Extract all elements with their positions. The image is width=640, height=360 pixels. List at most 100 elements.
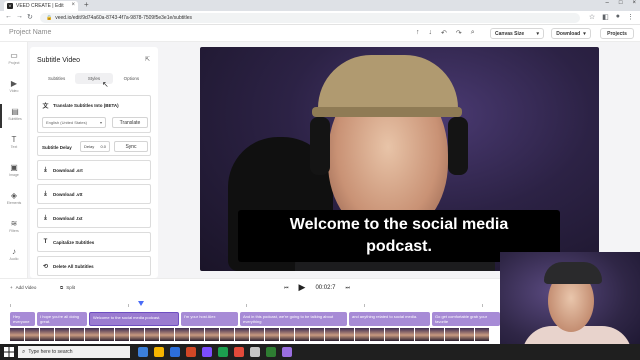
arrow-up-icon[interactable]: ↑ <box>416 29 420 37</box>
taskbar-app-icon[interactable] <box>202 347 212 357</box>
subtitle-clip[interactable]: I hope you're all doing great. <box>37 312 87 326</box>
extensions-icon[interactable]: ◧ <box>602 13 609 21</box>
rail-item-subtitles[interactable]: ▤ Subtitles <box>0 104 28 128</box>
arrow-down-icon[interactable]: ↓ <box>429 29 433 37</box>
sync-button[interactable]: Sync <box>114 141 148 152</box>
browser-tab[interactable]: V VEED CREATE | Edit × <box>4 1 78 11</box>
chevron-down-icon: ▾ <box>536 30 539 37</box>
skip-back-icon[interactable]: ⏮ <box>284 285 289 291</box>
add-video-button[interactable]: + Add Video <box>10 285 36 290</box>
taskbar-app-icon[interactable] <box>154 347 164 357</box>
caption-line-1: Welcome to the social media <box>289 216 509 233</box>
video-frame <box>400 328 414 341</box>
cap-brim-shape <box>312 107 462 117</box>
taskbar-app-icon[interactable] <box>218 347 228 357</box>
timeline-ruler[interactable] <box>10 301 500 309</box>
taskbar-app-icon[interactable] <box>282 347 292 357</box>
player-controls: ⏮ ▶ 00:02:7 ⏭ <box>284 282 350 293</box>
windows-start-icon[interactable] <box>4 347 14 357</box>
rail-item-video[interactable]: ▶ Video <box>0 76 28 100</box>
back-icon[interactable]: ← <box>5 13 12 20</box>
taskbar-search[interactable]: ⌕ Type here to search <box>18 346 130 358</box>
rail-item-audio[interactable]: ♪ Audio <box>0 244 28 268</box>
rail-item-project[interactable]: ▭ Project <box>0 48 28 72</box>
windows-taskbar: ⌕ Type here to search <box>0 344 640 360</box>
profile-icon[interactable]: ● <box>616 13 620 21</box>
subtitle-clip[interactable]: I'm your host Alex <box>181 312 238 326</box>
translate-button[interactable]: Translate <box>112 117 148 128</box>
text-icon: T <box>11 135 17 144</box>
forward-icon[interactable]: → <box>16 13 23 20</box>
headphone-left-shape <box>310 117 330 175</box>
download-vtt-button[interactable]: ⤓ Download .vtt <box>37 184 151 204</box>
panel-collapse-icon[interactable]: ⇱ <box>145 56 150 63</box>
download-icon: ⤓ <box>44 214 47 221</box>
browser-menu-icon[interactable]: ⋮ <box>627 13 634 21</box>
subtitle-clip[interactable]: Go get comfortable grab your favorite <box>432 312 500 326</box>
rail-item-filters[interactable]: ≋ Filters <box>0 216 28 240</box>
redo-icon[interactable]: ↷ <box>456 29 462 37</box>
taskbar-app-icon[interactable] <box>234 347 244 357</box>
video-frame <box>70 328 84 341</box>
rail-label: Filters <box>9 229 19 233</box>
subtitle-clip[interactable]: Hey everyone <box>10 312 35 326</box>
play-icon[interactable]: ▶ <box>299 282 306 293</box>
url-field[interactable]: 🔒 veed.io/edit/9d74a60a-8743-4f7a-9878-7… <box>40 13 580 23</box>
download-button[interactable]: Download ▾ <box>551 28 591 39</box>
video-preview[interactable]: Welcome to the social media podcast. <box>200 47 599 271</box>
new-tab-icon[interactable]: + <box>84 0 89 9</box>
video-frame <box>160 328 174 341</box>
subtitle-clip[interactable]: Welcome to the social media podcast. <box>89 312 179 326</box>
tab-subtitles[interactable]: Subtitles <box>38 73 75 84</box>
action-row: ⟲ Delete All Subtitles <box>38 257 150 275</box>
elements-icon: ◈ <box>10 191 18 200</box>
download-srt-button[interactable]: ⤓ Download .srt <box>37 160 151 180</box>
video-frame <box>175 328 189 341</box>
video-track[interactable] <box>10 328 500 341</box>
skip-forward-icon[interactable]: ⏭ <box>345 285 350 291</box>
video-frame <box>355 328 369 341</box>
taskbar-app-icon[interactable] <box>186 347 196 357</box>
ruler-tick <box>246 304 247 307</box>
rail-item-image[interactable]: ▣ Image <box>0 160 28 184</box>
star-icon[interactable]: ☆ <box>589 13 595 21</box>
subtitle-clip[interactable]: and anything related to social media. <box>349 312 430 326</box>
taskbar-app-icon[interactable] <box>266 347 276 357</box>
browser-address-bar: ← → ↻ 🔒 veed.io/edit/9d74a60a-8743-4f7a-… <box>0 11 640 25</box>
undo-icon[interactable]: ↶ <box>441 29 447 37</box>
taskbar-app-icon[interactable] <box>250 347 260 357</box>
taskbar-app-icon[interactable] <box>170 347 180 357</box>
download-icon: ⤓ <box>44 166 47 173</box>
delay-field[interactable]: Delay 0.0 <box>80 141 110 152</box>
rail-item-elements[interactable]: ◈ Elements <box>0 188 28 212</box>
action-row: T Capitalize Subtitles <box>38 233 150 251</box>
subtitle-clip[interactable]: And in this podcast, we're going to be t… <box>240 312 347 326</box>
playhead[interactable] <box>138 301 144 306</box>
project-name[interactable]: Project Name <box>9 29 51 36</box>
capitalize-icon: T <box>43 239 48 245</box>
projects-button[interactable]: Projects <box>600 28 634 39</box>
ruler-tick <box>482 304 483 307</box>
canvas-size-button[interactable]: Canvas Size ▾ <box>490 28 544 39</box>
capitalize-subtitles-button[interactable]: T Capitalize Subtitles <box>37 232 151 252</box>
rail-label: Audio <box>9 257 19 261</box>
minimize-icon[interactable]: – <box>606 0 609 6</box>
translate-label: Translate Subtitles Into (BETA) <box>53 102 119 108</box>
veed-favicon-icon: V <box>7 3 13 9</box>
taskbar-app-icon[interactable] <box>138 347 148 357</box>
delete-all-subtitles-button[interactable]: ⟲ Delete All Subtitles <box>37 256 151 276</box>
video-frame <box>310 328 324 341</box>
split-button[interactable]: ⧉ Split <box>60 285 75 290</box>
tab-options[interactable]: Options <box>113 73 150 84</box>
rail-item-text[interactable]: T Text <box>0 132 28 156</box>
zoom-icon[interactable]: ⌕ <box>471 29 475 37</box>
language-select[interactable]: English (United States) ▾ <box>42 117 106 128</box>
reload-icon[interactable]: ↻ <box>27 13 33 21</box>
tab-title: VEED CREATE | Edit <box>16 3 64 9</box>
tab-close-icon[interactable]: × <box>71 2 75 8</box>
sync-label: Sync <box>125 143 137 150</box>
video-frame <box>55 328 69 341</box>
close-window-icon[interactable]: × <box>632 0 636 6</box>
maximize-icon[interactable]: □ <box>619 0 623 6</box>
download-txt-button[interactable]: ⤓ Download .txt <box>37 208 151 228</box>
